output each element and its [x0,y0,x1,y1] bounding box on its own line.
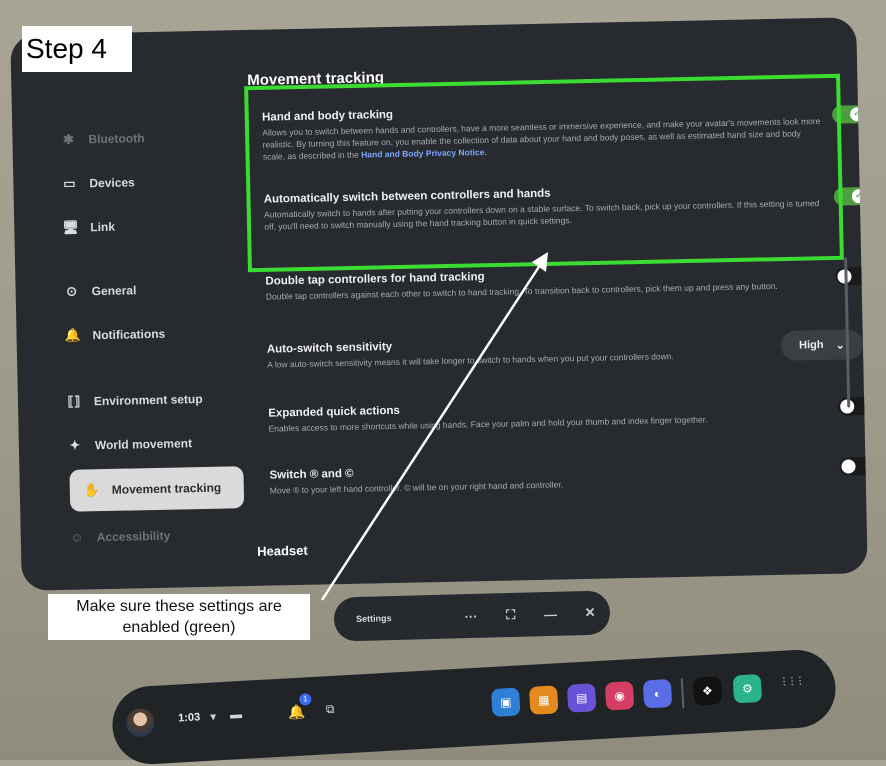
clock[interactable]: 1:03 [178,711,201,724]
notification-badge: 1 [298,693,312,706]
settings-bar-label: Settings [355,613,392,625]
notifications-icon[interactable]: 🔔 [288,703,306,721]
annotation-arrow [320,252,548,601]
minimize-icon[interactable]: — [530,606,570,622]
more-options-icon[interactable]: ··· [451,608,491,624]
cast-icon[interactable]: ⧉ [326,702,335,717]
annotation-note: Make sure these settings are enabled (gr… [48,594,310,640]
expand-icon[interactable]: ⛶ [491,606,531,623]
shop-icon[interactable]: ▦ [528,685,559,715]
dock-separator [680,678,685,709]
app-grid-icon[interactable]: ⋮⋮⋮ [779,676,804,688]
chat-icon[interactable]: ▤ [566,683,597,713]
settings-app-icon[interactable]: ⚙ [732,673,763,704]
messenger-icon[interactable]: ◐ [642,678,673,709]
battery-icon: ▬ [229,706,243,722]
avatar[interactable] [125,707,156,738]
camera-icon[interactable]: ◉ [604,681,635,711]
settings-window-bar: Settings ··· ⛶ — ✕ [333,590,611,642]
close-icon[interactable]: ✕ [570,604,610,621]
wifi-icon: ▾ [209,709,217,724]
meta-app-icon[interactable]: ❖ [692,676,723,706]
store-icon[interactable]: ▣ [491,687,521,717]
